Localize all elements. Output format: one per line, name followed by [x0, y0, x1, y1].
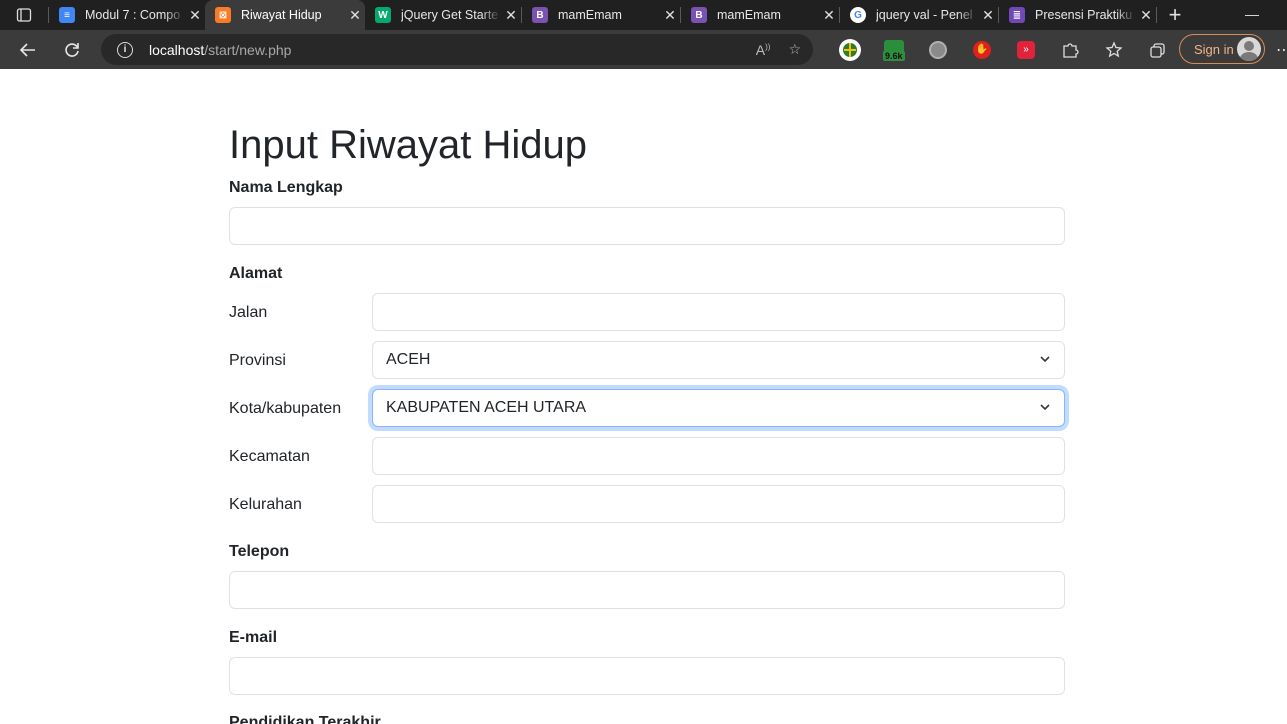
tab-strip: ≡ Modul 7 : Compo ✕ ⊠ Riwayat Hidup ✕ WjQuery …	[0, 0, 1287, 30]
back-arrow-icon	[19, 42, 35, 57]
tab-close-icon[interactable]: ✕	[345, 7, 365, 24]
fast-forward-icon: »	[1017, 40, 1035, 59]
tab-title: Riwayat Hidup	[241, 8, 322, 22]
provinsi-selected-value: ACEH	[386, 351, 431, 368]
google-docs-icon: ≡	[59, 7, 75, 23]
tab-close-icon[interactable]: ✕	[978, 7, 998, 24]
collections-icon	[1150, 42, 1165, 58]
browser-tab[interactable]: ≡ Modul 7 : Compo ✕	[49, 0, 205, 30]
google-icon: G	[850, 7, 866, 23]
browser-tab[interactable]: BmamEmam ✕	[522, 0, 680, 30]
minimize-button[interactable]: —	[1245, 6, 1259, 22]
tab-close-icon[interactable]: ✕	[1136, 7, 1156, 24]
favorites-star-icon	[1105, 40, 1123, 57]
tab-title: Presensi Praktiku	[1035, 8, 1133, 22]
url-host: localhost	[149, 41, 205, 58]
bootstrap-icon: B	[691, 7, 707, 23]
sign-in-button[interactable]: Sign in	[1179, 34, 1265, 64]
browser-tab[interactable]: Gjquery val - Penel ✕	[840, 0, 998, 30]
pendidikan-terakhir-label: Pendidikan Terakhir	[229, 714, 381, 724]
stop-ads-icon	[929, 40, 947, 59]
jalan-label: Jalan	[229, 304, 268, 321]
reload-icon	[65, 42, 79, 57]
hand-stop-icon: ✋	[973, 40, 991, 59]
provinsi-label: Provinsi	[229, 352, 286, 369]
site-info-icon[interactable]: i	[117, 41, 133, 58]
extension-badge: 9.6k	[883, 51, 905, 61]
extension-stop-button[interactable]	[916, 30, 960, 69]
tab-close-icon[interactable]: ✕	[501, 7, 521, 24]
browser-tab[interactable]: WjQuery Get Starte ✕	[365, 0, 521, 30]
nama-lengkap-label: Nama Lengkap	[229, 179, 343, 196]
extensions-button[interactable]	[1048, 30, 1092, 69]
google-forms-icon: ≣	[1009, 7, 1025, 23]
extension-hand-button[interactable]: ✋	[960, 30, 1004, 69]
tab-actions-button[interactable]	[0, 0, 48, 30]
puzzle-icon	[1063, 42, 1079, 58]
email-label: E-mail	[229, 629, 278, 646]
add-favorite-icon[interactable]: ☆	[788, 41, 801, 58]
tab-title: jQuery Get Starte	[401, 8, 499, 22]
tab-title: mamEmam	[717, 8, 781, 22]
tab-close-icon[interactable]: ✕	[819, 7, 839, 24]
sign-in-label: Sign in	[1194, 41, 1234, 57]
collections-button[interactable]	[1136, 30, 1180, 69]
alamat-label: Alamat	[229, 265, 283, 282]
extension-globe-button[interactable]	[828, 30, 872, 69]
extension-forward-button[interactable]: »	[1004, 30, 1048, 69]
tab-actions-icon	[16, 8, 32, 22]
kecamatan-input[interactable]	[372, 437, 1065, 475]
page-title: Input Riwayat Hidup	[229, 123, 587, 167]
w3schools-icon: W	[375, 7, 391, 23]
back-button[interactable]	[6, 30, 50, 69]
browser-toolbar: i localhost/start/new.php A)) ☆ 9.6k ✋ »	[0, 30, 1287, 69]
jalan-input[interactable]	[372, 293, 1065, 331]
more-menu-button[interactable]: ⋯	[1276, 40, 1287, 60]
new-tab-button[interactable]: +	[1157, 0, 1193, 30]
read-aloud-icon[interactable]: A))	[756, 42, 771, 58]
extension-counter-button[interactable]: 9.6k	[872, 30, 916, 69]
email-input[interactable]	[229, 657, 1065, 695]
tab-title: Modul 7 : Compo	[85, 8, 181, 22]
chevron-down-icon	[1040, 356, 1050, 363]
browser-tab[interactable]: ≣ Presensi Praktiku ✕	[999, 0, 1156, 30]
provinsi-select[interactable]: ACEH	[372, 341, 1065, 379]
url-path: /start/new.php	[204, 41, 292, 58]
bootstrap-icon: B	[532, 7, 548, 23]
kelurahan-input[interactable]	[372, 485, 1065, 523]
kota-kabupaten-select[interactable]: KABUPATEN ACEH UTARA	[372, 389, 1065, 427]
kota-kabupaten-selected-value: KABUPATEN ACEH UTARA	[386, 399, 587, 416]
tab-title: mamEmam	[558, 8, 622, 22]
telepon-input[interactable]	[229, 571, 1065, 609]
tab-title: jquery val - Penel	[876, 8, 973, 22]
nama-lengkap-input[interactable]	[229, 207, 1065, 245]
xampp-icon: ⊠	[215, 7, 231, 23]
kelurahan-label: Kelurahan	[229, 496, 302, 513]
favorites-button[interactable]	[1092, 30, 1136, 69]
telepon-label: Telepon	[229, 543, 290, 560]
tab-close-icon[interactable]: ✕	[185, 7, 205, 24]
kecamatan-label: Kecamatan	[229, 448, 310, 465]
browser-tab[interactable]: ⊠ Riwayat Hidup ✕	[205, 0, 365, 30]
globe-extension-icon	[839, 38, 861, 61]
page-viewport: Input Riwayat Hidup Nama Lengkap Alamat …	[0, 69, 1287, 724]
browser-tab[interactable]: BmamEmam ✕	[681, 0, 839, 30]
address-bar[interactable]: i localhost/start/new.php A)) ☆	[101, 34, 813, 65]
kota-kabupaten-label: Kota/kabupaten	[229, 400, 342, 417]
tab-close-icon[interactable]: ✕	[660, 7, 680, 24]
avatar-icon	[1237, 37, 1261, 61]
chevron-down-icon	[1040, 404, 1050, 411]
reload-button[interactable]	[50, 30, 94, 69]
